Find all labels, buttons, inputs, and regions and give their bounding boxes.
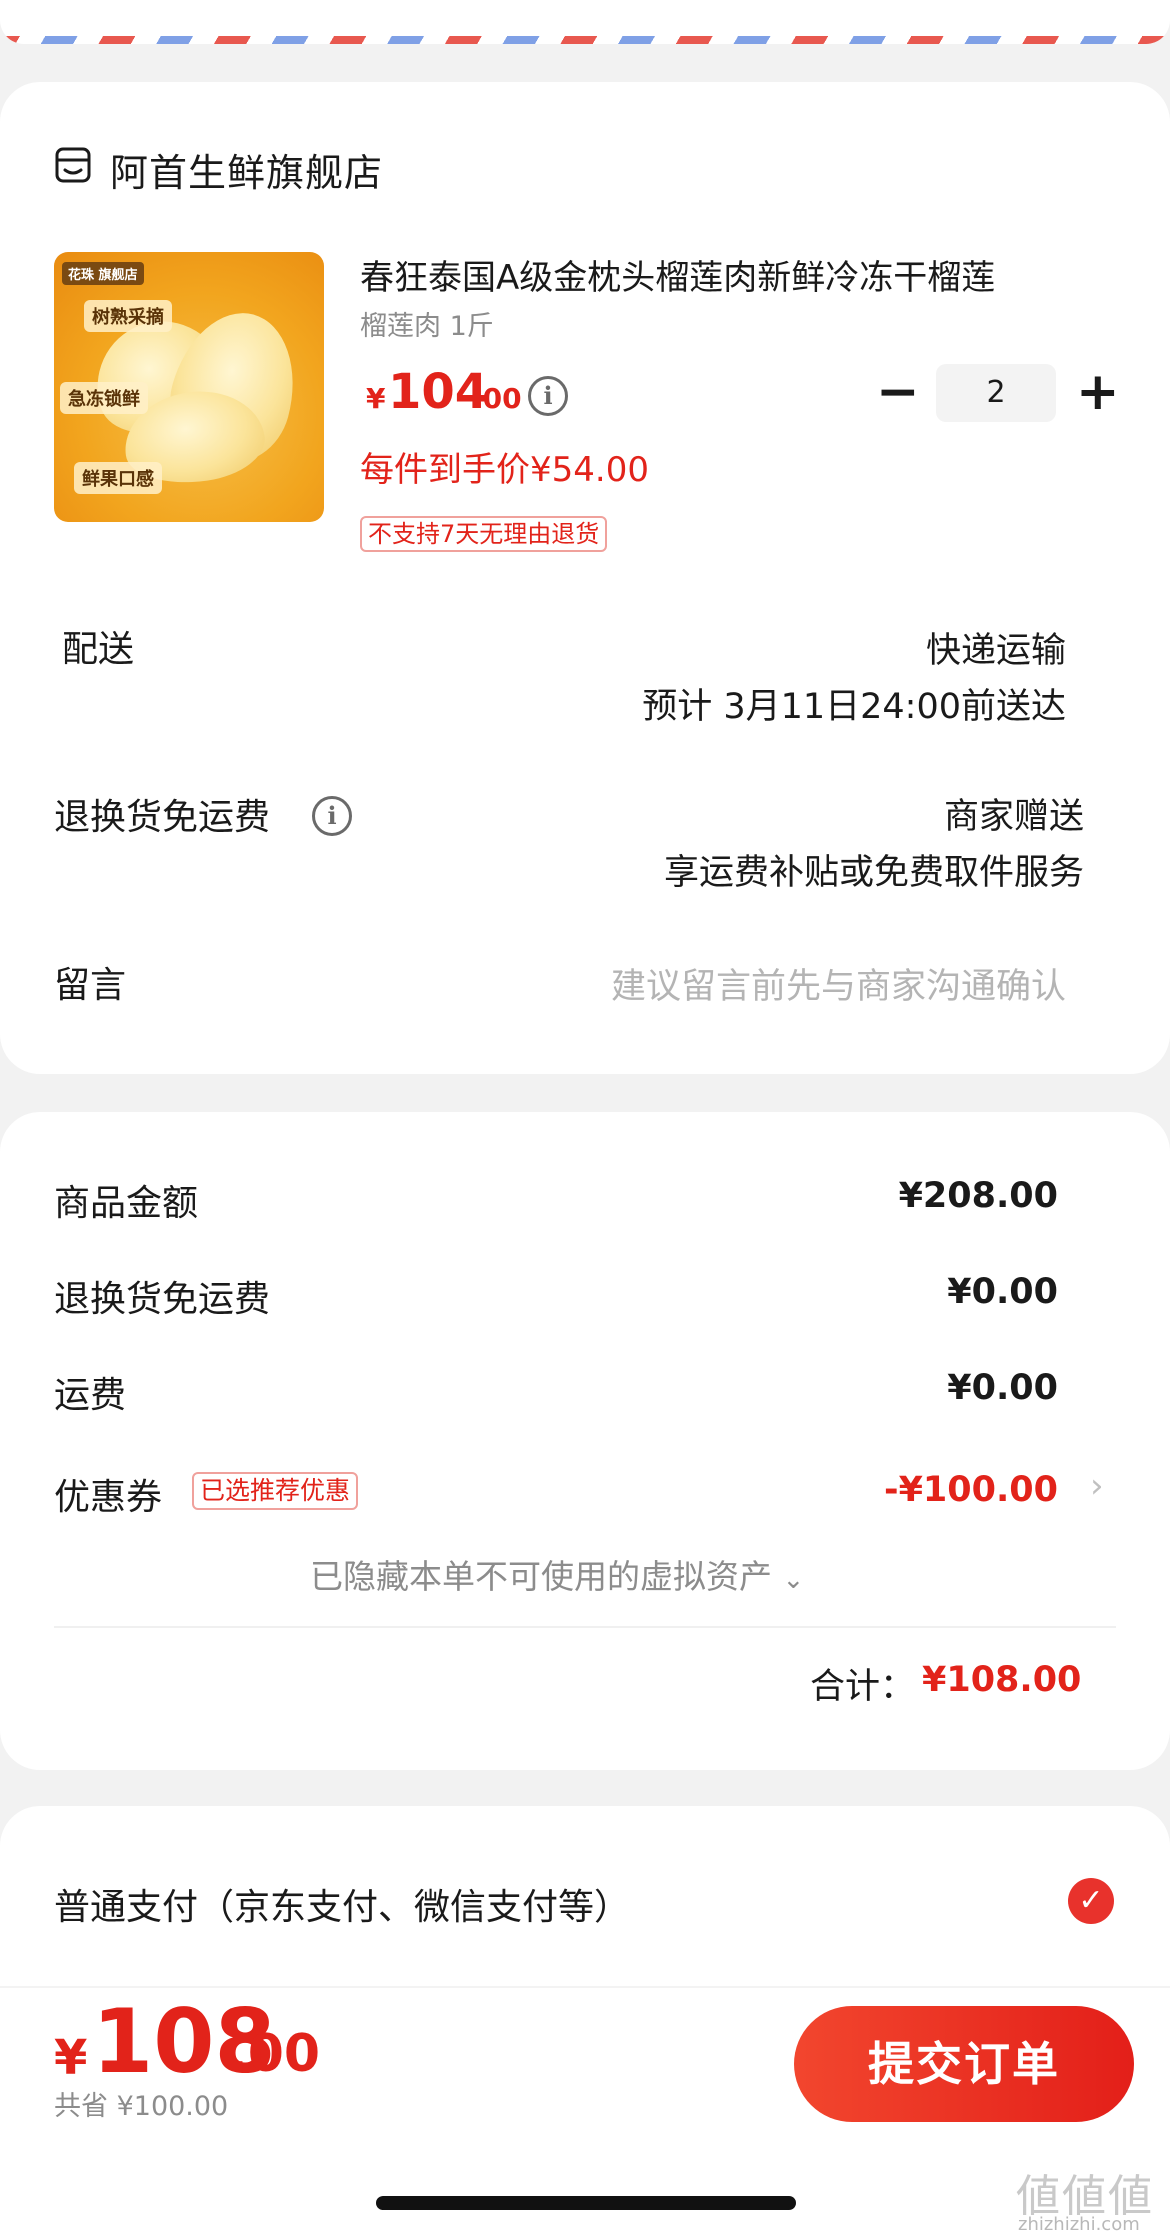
summary-divider bbox=[54, 1626, 1116, 1628]
shipping-fee-label: 运费 bbox=[54, 1375, 127, 1416]
goods-amount-value: ¥208.00 bbox=[898, 1176, 1058, 1216]
payment-card: 普通支付（京东支付、微信支付等） ✓ ¥ 108 .00 共省 ¥100.00 … bbox=[0, 1806, 1170, 2239]
price-info-icon[interactable]: i bbox=[528, 376, 568, 416]
hidden-assets-toggle[interactable]: 已隐藏本单不可使用的虚拟资产 ⌄ bbox=[310, 1550, 804, 1598]
submit-order-button[interactable]: 提交订单 bbox=[794, 2006, 1134, 2122]
quantity-minus-button[interactable]: − bbox=[876, 366, 920, 418]
chevron-down-icon: ⌄ bbox=[782, 1565, 805, 1595]
delivery-method[interactable]: 快递运输 bbox=[926, 622, 1066, 673]
store-name[interactable]: 阿首生鲜旗舰店 bbox=[110, 142, 383, 197]
message-input[interactable]: 建议留言前先与商家沟通确认 bbox=[611, 958, 1066, 1009]
return-shipping-label: 退换货免运费 bbox=[54, 797, 271, 838]
image-tag: 急冻锁鲜 bbox=[60, 382, 148, 414]
image-tag: 树熟采摘 bbox=[84, 300, 172, 332]
message-label: 留言 bbox=[54, 965, 127, 1006]
image-brand: 花珠 旗舰店 bbox=[62, 262, 144, 285]
watermark-url: zhizhizhi.com bbox=[1018, 2214, 1140, 2235]
price-symbol: ¥ bbox=[366, 382, 386, 415]
return-shipping-value: 商家赠送 bbox=[943, 797, 1084, 837]
per-item-price: 每件到手价¥54.00 bbox=[360, 450, 649, 490]
coupon-value[interactable]: -¥100.00 bbox=[884, 1470, 1058, 1510]
checkmark-icon[interactable]: ✓ bbox=[1068, 1878, 1114, 1924]
footer-price-symbol: ¥ bbox=[54, 2030, 88, 2086]
product-spec[interactable]: 榴莲肉 1斤 bbox=[360, 304, 494, 343]
summary-card: 商品金额 ¥208.00 退换货免运费 ¥0.00 运费 ¥0.00 优惠券 已… bbox=[0, 1112, 1170, 1770]
airmail-stripe bbox=[0, 36, 1170, 44]
return-shipping-info-icon[interactable]: i bbox=[312, 796, 352, 836]
total-value: ¥108.00 bbox=[922, 1660, 1082, 1700]
price-decimal: .00 bbox=[472, 382, 522, 415]
product-title[interactable]: 春狂泰国A级金枕头榴莲肉新鲜冷冻干榴莲 bbox=[360, 250, 1120, 299]
payment-divider bbox=[0, 1986, 1170, 1988]
airmail-border bbox=[0, 0, 1170, 44]
chevron-right-icon[interactable]: › bbox=[1090, 1466, 1104, 1506]
coupon-label: 优惠券 bbox=[54, 1477, 163, 1518]
footer-price-decimal: .00 bbox=[228, 2024, 321, 2084]
store-icon bbox=[55, 147, 91, 183]
home-indicator[interactable] bbox=[376, 2196, 796, 2210]
saved-amount: 共省 ¥100.00 bbox=[54, 2091, 229, 2122]
return-fee-label: 退换货免运费 bbox=[54, 1279, 271, 1320]
return-shipping-detail: 享运费补贴或免费取件服务 bbox=[663, 853, 1084, 893]
product-image[interactable]: 花珠 旗舰店 树熟采摘 急冻锁鲜 鲜果口感 bbox=[54, 252, 324, 522]
payment-method-label[interactable]: 普通支付（京东支付、微信支付等） bbox=[54, 1878, 630, 1930]
total-label: 合计： bbox=[810, 1667, 916, 1707]
coupon-tag: 已选推荐优惠 bbox=[192, 1472, 359, 1510]
return-fee-value: ¥0.00 bbox=[947, 1272, 1058, 1312]
hidden-assets-text: 已隐藏本单不可使用的虚拟资产 bbox=[310, 1557, 772, 1596]
quantity-plus-button[interactable]: + bbox=[1076, 366, 1120, 418]
quantity-input[interactable]: 2 bbox=[936, 364, 1056, 422]
store-card: 阿首生鲜旗舰店 花珠 旗舰店 树熟采摘 急冻锁鲜 鲜果口感 春狂泰国A级金枕头榴… bbox=[0, 82, 1170, 1074]
image-tag: 鲜果口感 bbox=[74, 462, 162, 494]
delivery-eta[interactable]: 预计 3月11日24:00前送达 bbox=[642, 678, 1066, 729]
delivery-label: 配送 bbox=[62, 629, 135, 670]
no-return-tag: 不支持7天无理由退货 bbox=[360, 516, 608, 552]
goods-amount-label: 商品金额 bbox=[54, 1183, 199, 1224]
shipping-fee-value: ¥0.00 bbox=[947, 1368, 1058, 1408]
